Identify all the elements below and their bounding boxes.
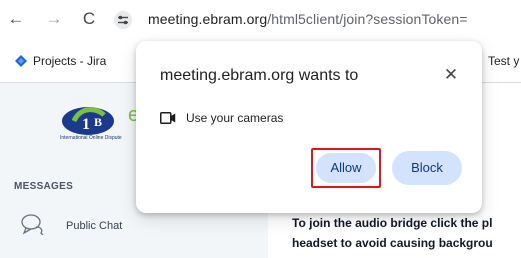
logo-subtitle: International Online Dispute <box>60 135 122 141</box>
svg-text:1: 1 <box>82 116 90 133</box>
browser-toolbar: ← → C meeting.ebram.org/html5client/join… <box>0 0 521 40</box>
close-icon[interactable]: ✕ <box>439 63 463 87</box>
svg-text:B: B <box>94 115 102 129</box>
permission-dialog: meeting.ebram.org wants to ✕ Use your ca… <box>136 41 482 213</box>
instruction-line-2: headset to avoid causing backgrou <box>292 236 493 250</box>
address-bar-url[interactable]: meeting.ebram.org/html5client/join?sessi… <box>148 11 468 27</box>
dialog-title: meeting.ebram.org wants to <box>160 67 359 84</box>
forward-button[interactable]: → <box>44 9 64 29</box>
url-host: meeting.ebram.org <box>148 11 268 27</box>
allow-button-highlight: Allow <box>311 148 381 188</box>
site-settings-icon[interactable] <box>114 11 132 29</box>
url-path: /html5client/join?sessionToken= <box>267 11 468 27</box>
back-button[interactable]: ← <box>6 9 26 29</box>
chat-icon <box>21 214 44 235</box>
reload-button[interactable]: C <box>79 9 99 29</box>
camera-permission-text: Use your cameras <box>186 111 284 125</box>
public-chat-link[interactable]: Public Chat <box>66 220 122 232</box>
messages-header: MESSAGES <box>14 181 74 192</box>
bookmark-projects-jira[interactable]: Projects - Jira <box>33 54 106 68</box>
bookmark-test[interactable]: Test y <box>488 54 519 68</box>
camera-icon <box>160 112 176 124</box>
audio-instructions: To join the audio bridge click the pl he… <box>292 213 521 253</box>
jira-icon <box>15 55 27 67</box>
instruction-line-1: To join the audio bridge click the pl <box>292 216 493 230</box>
block-button[interactable]: Block <box>392 151 462 185</box>
allow-button[interactable]: Allow <box>316 153 376 183</box>
